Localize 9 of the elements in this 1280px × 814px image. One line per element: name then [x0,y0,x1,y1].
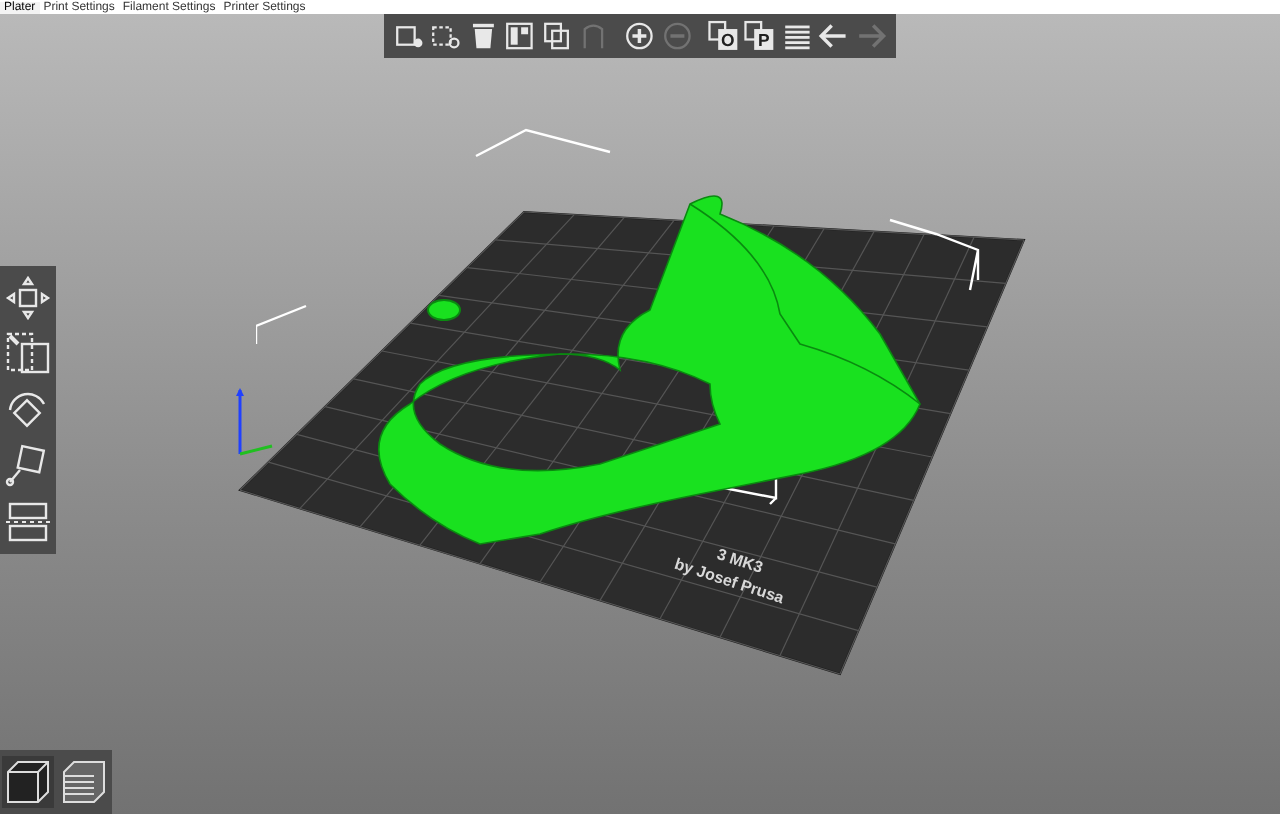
scale-icon[interactable] [4,330,52,378]
move-icon[interactable] [4,274,52,322]
undo-icon[interactable] [816,18,852,54]
cube-icon[interactable] [2,756,54,808]
arrange-icon[interactable] [502,18,538,54]
layers-icon[interactable] [58,756,110,808]
add-instance-icon[interactable] [622,18,658,54]
copy-icon[interactable] [539,18,575,54]
cut-icon[interactable] [4,498,52,546]
